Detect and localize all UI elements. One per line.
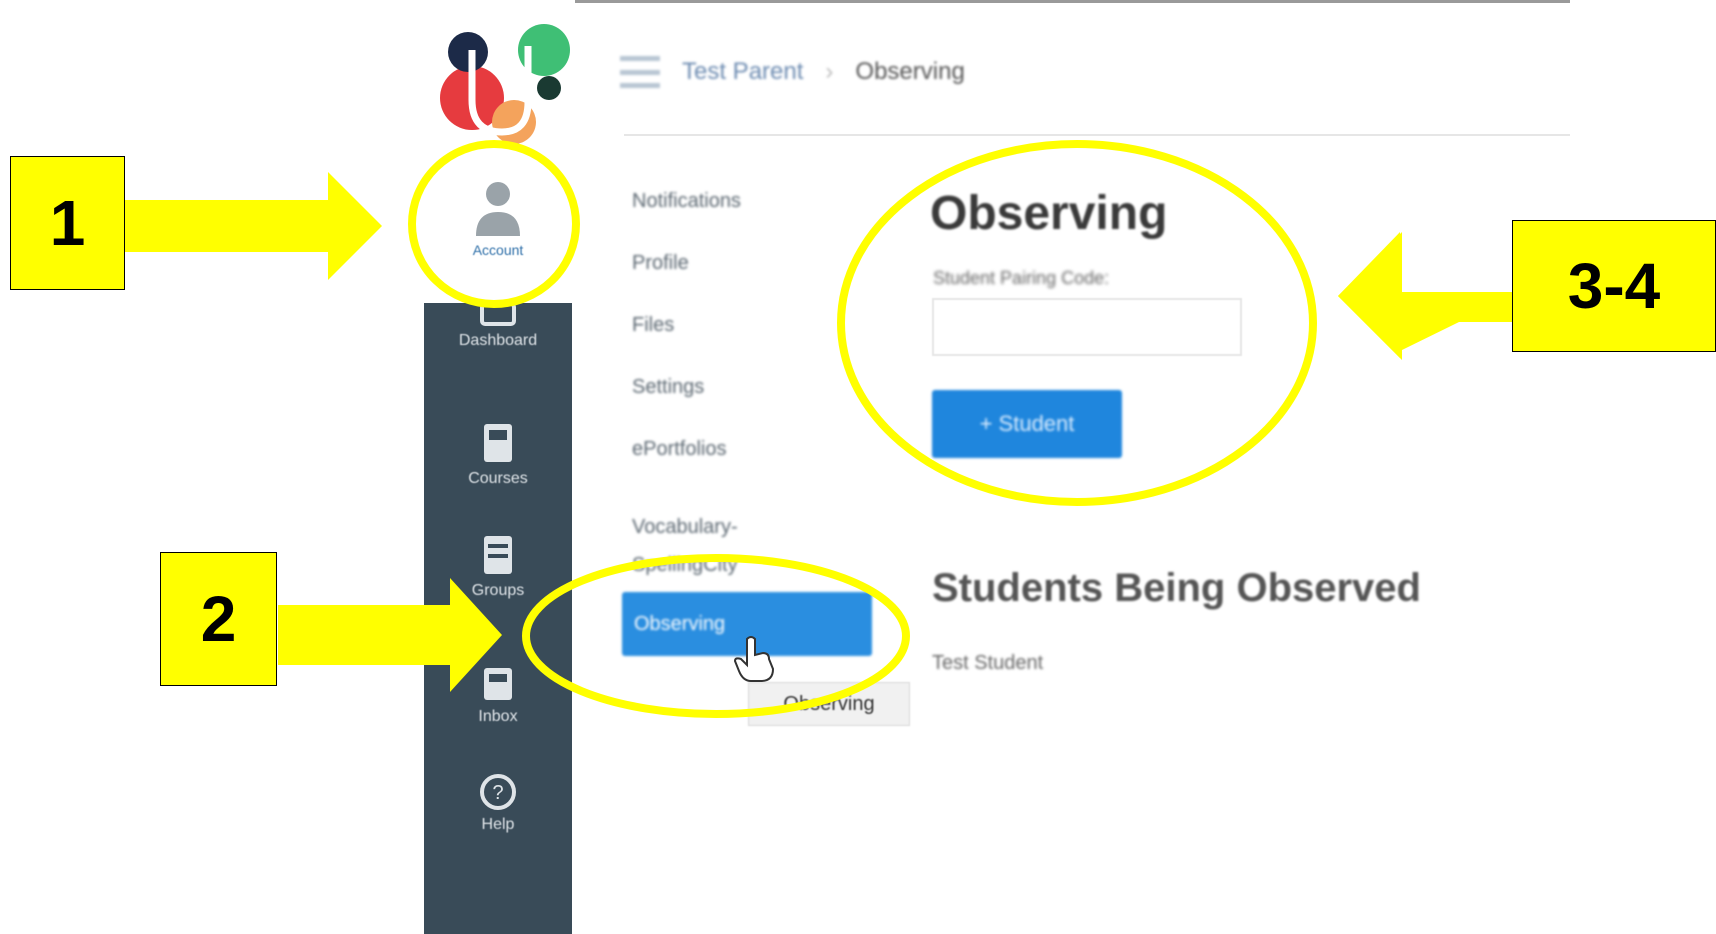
courses-icon [484,424,512,462]
breadcrumb-parent[interactable]: Test Parent [682,58,803,86]
nav-courses-label: Courses [468,470,528,487]
nav-groups[interactable]: Groups [424,532,572,600]
nav-inbox-label: Inbox [478,708,518,725]
settings-nav-notifications[interactable]: Notifications [632,190,741,213]
breadcrumb-separator: › [825,58,834,85]
nav-dashboard[interactable]: Dashboard [424,298,572,350]
dashboard-icon [480,302,516,326]
arrow-1 [124,172,382,280]
user-avatar-icon [476,182,520,236]
nav-inbox[interactable]: Inbox [424,664,572,726]
page-title: Observing [930,187,1168,240]
institution-logo[interactable] [424,0,572,160]
callout-3-4: 3-4 [1512,220,1716,352]
nav-account[interactable]: Account [424,160,572,303]
nav-groups-label: Groups [471,582,525,599]
observed-student-item[interactable]: Test Student [932,652,1043,675]
settings-nav-spellingcity[interactable]: SpellingCity [632,554,738,577]
add-student-button[interactable]: + Student [932,390,1122,458]
hamburger-menu-icon[interactable] [620,56,660,88]
settings-nav-settings[interactable]: Settings [632,376,704,399]
pairing-code-input[interactable] [932,298,1242,356]
app-window [424,0,1570,934]
callout-1: 1 [10,156,125,290]
callout-2: 2 [160,552,277,686]
breadcrumb: Test Parent › Observing [620,52,965,92]
settings-nav-profile[interactable]: Profile [632,252,689,275]
nav-courses[interactable]: Courses [424,420,572,488]
svg-text:?: ? [492,782,503,804]
groups-icon [484,536,512,574]
global-nav: Account Dashboard Courses Groups Inbox ?… [424,0,572,934]
pairing-code-label: Student Pairing Code: [933,268,1110,288]
settings-nav-files[interactable]: Files [632,314,674,337]
settings-nav-eportfolios[interactable]: ePortfolios [632,438,727,461]
nav-help[interactable]: ? Help [424,772,572,834]
nav-account-label: Account [472,242,524,258]
nav-dashboard-label: Dashboard [458,332,538,349]
settings-nav-vocabulary[interactable]: Vocabulary- [632,516,738,539]
students-observed-heading: Students Being Observed [932,566,1421,610]
breadcrumb-current: Observing [855,58,965,85]
inbox-icon [484,668,512,700]
help-icon: ? [480,774,516,810]
top-border [575,0,1570,3]
nav-help-label: Help [481,816,515,833]
hand-cursor-icon [733,636,775,682]
observing-tooltip: Observing [748,682,910,726]
header-divider [624,134,1570,136]
